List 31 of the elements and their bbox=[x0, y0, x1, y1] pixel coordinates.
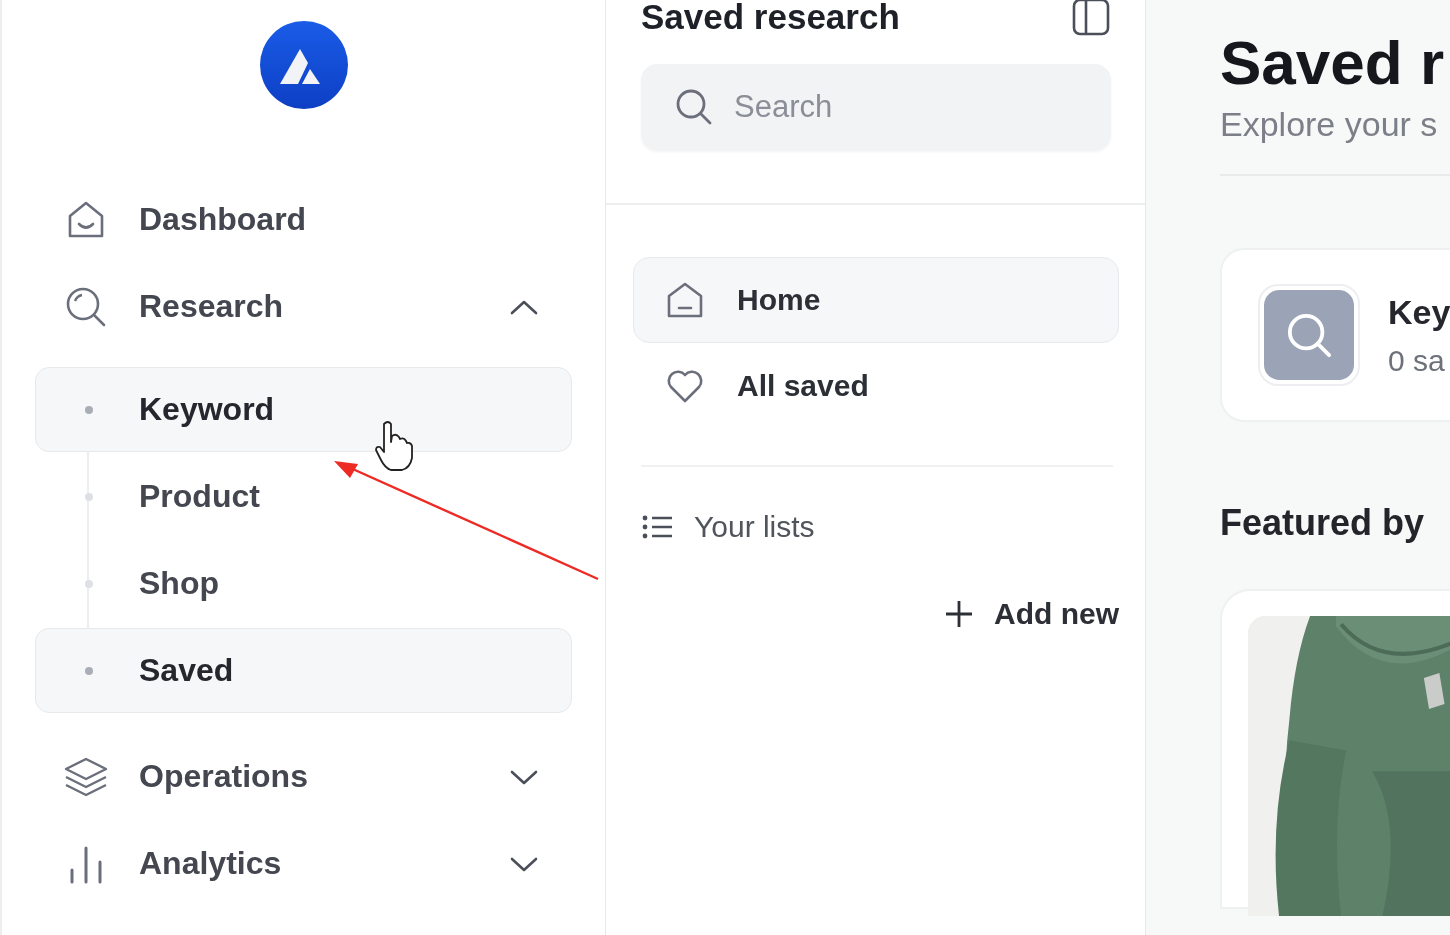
chevron-up-icon[interactable] bbox=[510, 298, 538, 315]
nav-item[interactable]: Analytics bbox=[139, 845, 282, 882]
page-title: Saved r bbox=[1220, 28, 1446, 98]
sidebar-toggle-icon[interactable] bbox=[1071, 0, 1111, 37]
submenu-item[interactable]: Keyword bbox=[35, 367, 572, 452]
add-new-button[interactable]: Add new bbox=[944, 597, 1119, 631]
card-title: Key bbox=[1388, 292, 1450, 332]
submenu-item[interactable]: Saved bbox=[35, 628, 572, 713]
submenu-item[interactable]: Shop bbox=[35, 541, 572, 626]
search-icon bbox=[1258, 284, 1360, 386]
logo-icon bbox=[259, 21, 348, 109]
nav-item[interactable]: Research bbox=[139, 288, 284, 325]
panel-title: Saved research bbox=[641, 0, 900, 37]
submenu-item[interactable]: Product bbox=[35, 454, 572, 539]
card-count: 0 sa bbox=[1388, 343, 1446, 378]
nav-item[interactable]: Dashboard bbox=[139, 201, 307, 238]
hand-cursor-icon bbox=[374, 420, 414, 472]
category-card[interactable]: Key 0 sa bbox=[1220, 248, 1450, 422]
chevron-down-icon[interactable] bbox=[510, 855, 538, 872]
page-subtitle: Explore your s bbox=[1220, 105, 1439, 144]
plus-icon bbox=[944, 599, 974, 629]
search-field[interactable]: Search bbox=[641, 64, 1111, 150]
section-heading: Your lists bbox=[694, 510, 815, 544]
nav-item[interactable]: Operations bbox=[139, 758, 308, 795]
home-icon bbox=[665, 280, 705, 320]
list-icon bbox=[642, 514, 674, 540]
chevron-down-icon[interactable] bbox=[510, 768, 538, 785]
search-icon bbox=[674, 87, 714, 127]
nav-item[interactable]: Home bbox=[633, 257, 1119, 343]
nav-item[interactable]: All saved bbox=[633, 343, 1119, 429]
section-heading: Featured by bbox=[1220, 502, 1426, 544]
